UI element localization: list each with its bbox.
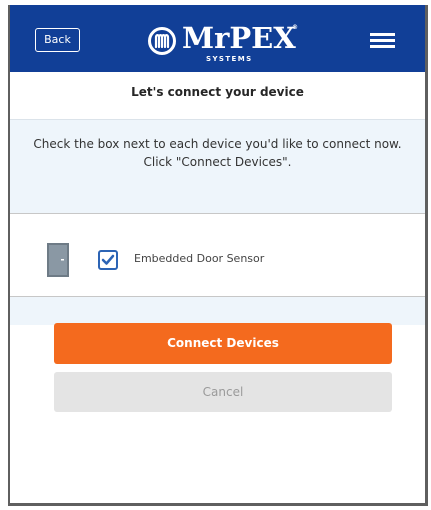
instruction-line-1: Check the box next to each device you'd … <box>33 137 402 151</box>
logo-trademark: ® <box>292 24 298 31</box>
back-button[interactable]: Back <box>35 28 80 52</box>
connect-devices-button[interactable]: Connect Devices <box>54 323 392 364</box>
mrpex-logo: MrPEX ® SYSTEMS <box>146 21 298 67</box>
device-label: Embedded Door Sensor <box>134 252 265 265</box>
device-list: Embedded Door Sensor <box>10 213 425 297</box>
door-icon <box>47 243 69 277</box>
logo-subtext: SYSTEMS <box>206 55 253 63</box>
logo-text: MrPEX <box>182 21 296 55</box>
instruction-panel: Check the box next to each device you'd … <box>10 119 425 325</box>
device-checkbox[interactable] <box>98 250 118 270</box>
mrpex-logo-icon <box>148 27 176 55</box>
header-bar: Back MrPEX ® SYSTEMS <box>10 5 425 72</box>
cancel-button[interactable]: Cancel <box>54 372 392 412</box>
page-title: Let's connect your device <box>131 85 304 99</box>
hamburger-menu-icon[interactable] <box>370 33 395 49</box>
instruction-line-2: Click "Connect Devices". <box>143 155 292 169</box>
app-frame: Back MrPEX ® SYSTEMS Let's connect your … <box>8 5 428 506</box>
